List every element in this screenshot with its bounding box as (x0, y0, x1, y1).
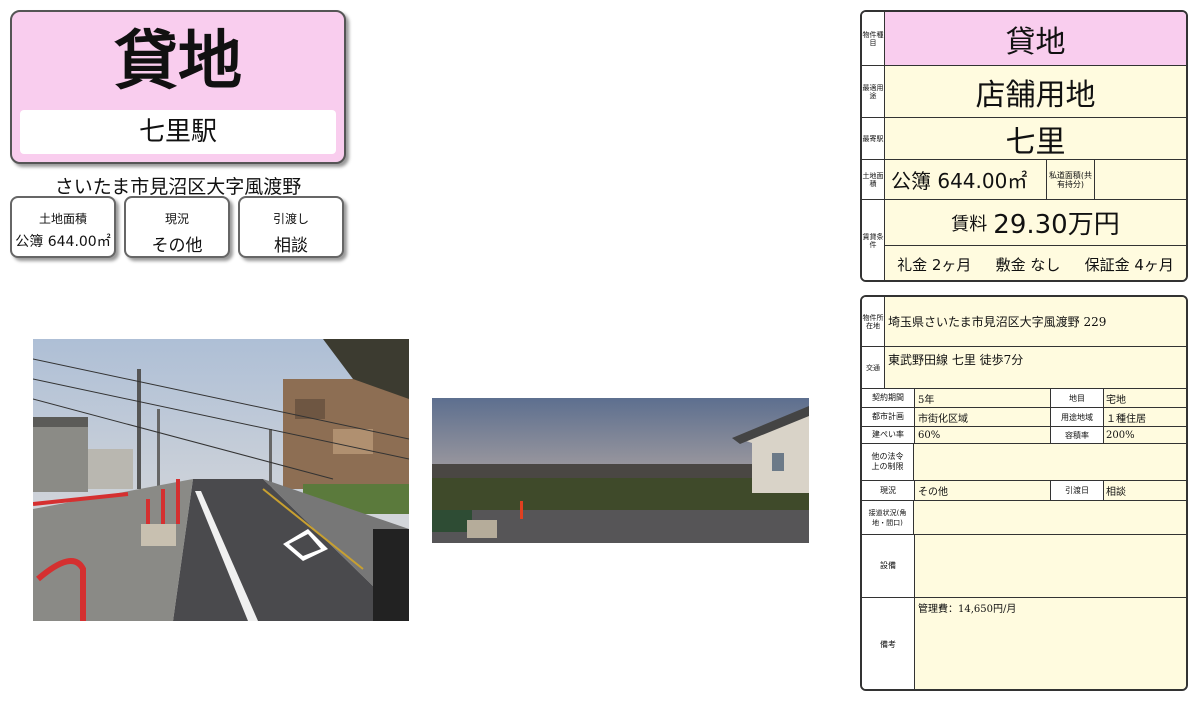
chip-value: その他 (151, 236, 203, 256)
detail-header: 都市計画 (862, 408, 915, 426)
summary-station-value: 七里 (1005, 124, 1066, 160)
summary-row-area: 土地面積 公簿 644.00㎡ 私道面積(共有持分) (862, 160, 1186, 200)
detail-row-location: 物件所在地 埼玉県さいたま市見沼区大字風渡野 229 (862, 297, 1186, 347)
detail-location-value: 埼玉県さいたま市見沼区大字風渡野 229 (888, 315, 1107, 329)
summary-table: 物件種目 貸地 最適用途 店舗用地 最寄駅 七里 土地面積 公簿 644.00㎡… (860, 10, 1188, 282)
detail-header: 接道状況(角地・間口) (862, 501, 914, 534)
detail-header: 物件所在地 (862, 297, 885, 346)
detail-remarks-value: 管理費：14,650円/月 (918, 604, 1017, 615)
detail-header: 現況 (862, 481, 915, 500)
summary-type-value: 貸地 (1005, 24, 1066, 60)
rent-label: 賃料 (951, 213, 988, 235)
chip-land-area: 土地面積 公簿 644.00㎡ (10, 196, 116, 258)
summary-rent: 賃料 29.30万円 (885, 200, 1186, 246)
detail-header: 交通 (862, 347, 885, 388)
detail-header: 用途地域 (1050, 408, 1104, 426)
key-money: 礼金 2ヶ月 (897, 255, 972, 274)
summary-header: 賃貸条件 (862, 200, 885, 280)
detail-row-road: 接道状況(角地・間口) (862, 501, 1186, 535)
detail-row-remarks: 備考 管理費：14,650円/月 (862, 598, 1186, 689)
summary-row-use: 最適用途 店舗用地 (862, 66, 1186, 118)
summary-area-value: 公簿 644.00㎡ (885, 160, 1047, 199)
summary-header: 最適用途 (862, 66, 885, 117)
address-short: さいたま市見沼区大字風渡野 (54, 176, 302, 198)
detail-header: 備考 (862, 598, 915, 689)
detail-row-cityplan: 都市計画 市街化区域 用途地域 １種住居 (862, 408, 1186, 427)
detail-header: 引渡日 (1050, 481, 1104, 500)
summary-deposits: 礼金 2ヶ月 敷金 なし 保証金 4ヶ月 (885, 246, 1186, 280)
chip-current-status: 現況 その他 (124, 196, 230, 258)
summary-use-value: 店舗用地 (975, 77, 1096, 113)
summary-row-type: 物件種目 貸地 (862, 12, 1186, 66)
detail-row-coverage: 建ぺい率 60% 容積率 200% (862, 427, 1186, 444)
deposit: 敷金 なし (995, 255, 1061, 274)
detail-header: 設備 (862, 535, 915, 597)
detail-header: 地目 (1050, 389, 1104, 407)
detail-header: 建ぺい率 (862, 427, 915, 443)
detail-handover-value: 相談 (1106, 487, 1126, 498)
detail-row-status: 現況 その他 引渡日 相談 (862, 481, 1186, 501)
summary-header: 土地面積 (862, 160, 885, 199)
chip-label: 土地面積 (38, 212, 87, 226)
summary-private-road-label: 私道面積(共有持分) (1047, 160, 1095, 199)
chip-label: 現況 (164, 212, 189, 226)
guarantee: 保証金 4ヶ月 (1084, 255, 1174, 274)
detail-header: 契約期間 (862, 389, 915, 407)
chip-handover: 引渡し 相談 (238, 196, 344, 258)
property-type-title: 貸地 (114, 25, 242, 99)
land-photo (432, 398, 809, 543)
detail-header: 他の法令上の制限 (862, 444, 914, 480)
summary-row-terms: 賃貸条件 賃料 29.30万円 礼金 2ヶ月 敷金 なし 保証金 4ヶ月 (862, 200, 1186, 280)
detail-transport-value: 東武野田線 七里 徒歩7分 (888, 353, 1024, 367)
detail-row-contract: 契約期間 5年 地目 宅地 (862, 389, 1186, 408)
detail-row-transport: 交通 東武野田線 七里 徒歩7分 (862, 347, 1186, 389)
street-photo (33, 339, 409, 621)
station-name: 七里駅 (20, 110, 336, 154)
chip-value: 相談 (274, 236, 308, 256)
detail-land-category-value: 宅地 (1106, 394, 1126, 406)
chip-value: 公簿 644.00㎡ (15, 234, 111, 250)
detail-far-value: 200% (1106, 429, 1135, 441)
summary-header: 物件種目 (862, 12, 885, 65)
summary-row-station: 最寄駅 七里 (862, 118, 1186, 160)
details-table: 物件所在地 埼玉県さいたま市見沼区大字風渡野 229 交通 東武野田線 七里 徒… (860, 295, 1188, 691)
detail-header: 容積率 (1050, 427, 1104, 443)
summary-header: 最寄駅 (862, 118, 885, 159)
rent-value: 29.30万円 (993, 210, 1120, 240)
chip-label: 引渡し (272, 212, 309, 226)
detail-row-facility: 設備 (862, 535, 1186, 598)
detail-zoning-value: １種住居 (1106, 413, 1146, 425)
property-title-card: 貸地 七里駅 (10, 10, 346, 164)
detail-row-other-law: 他の法令上の制限 (862, 444, 1186, 481)
